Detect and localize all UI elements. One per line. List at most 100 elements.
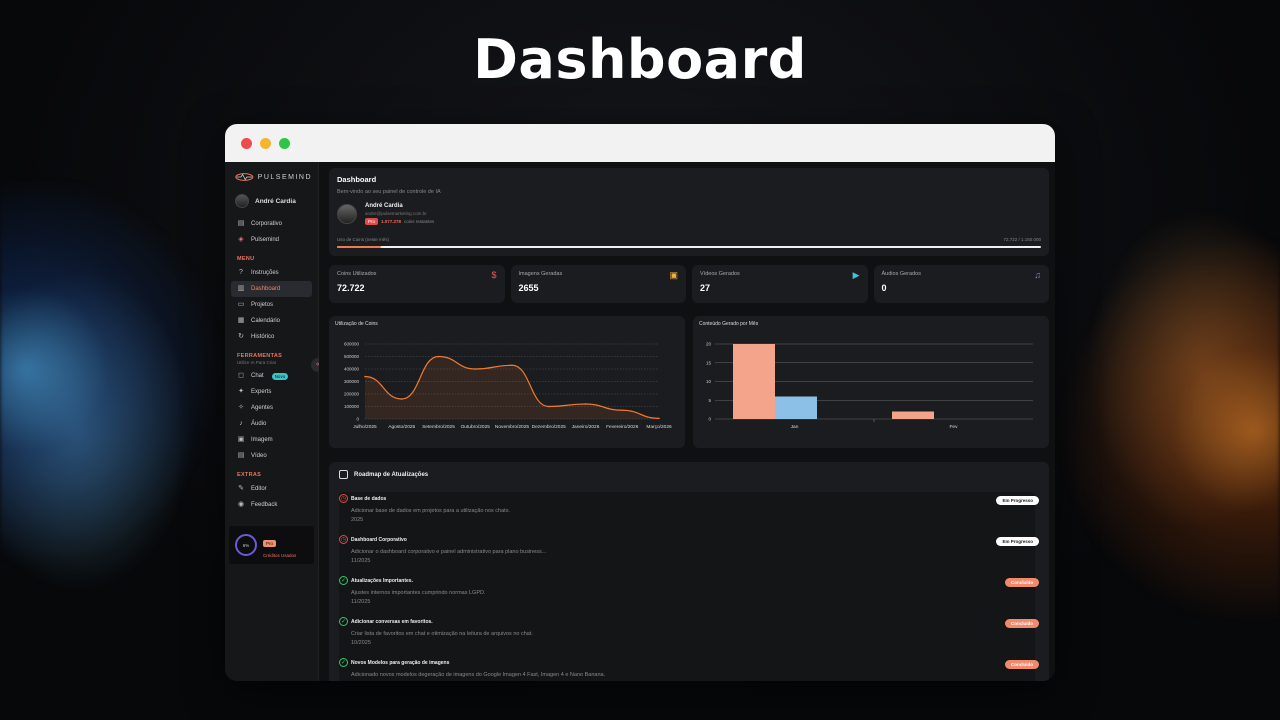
sidebar-item-historico[interactable]: ↻ Histórico	[231, 329, 312, 345]
sidebar-item-chat[interactable]: ◻ Chat Novo	[231, 368, 312, 384]
stat-label: Vídeos Gerados	[700, 271, 740, 277]
stat-card-coins: Coins Utilizados 72.722 $	[329, 265, 505, 303]
stat-label: Áudios Gerados	[881, 271, 921, 277]
data-point	[584, 403, 587, 405]
roadmap-item-description: Ajustes internos importantes cumprindo n…	[351, 590, 486, 596]
credits-progress-ring: 6%	[235, 534, 257, 556]
data-point	[437, 355, 440, 358]
sidebar-item-label: Calendário	[251, 318, 281, 324]
roadmap-item-date: 11/2025	[351, 558, 371, 564]
sidebar-item-feedback[interactable]: ◉ Feedback	[231, 497, 312, 513]
brand-logo[interactable]: PULSEMIND	[231, 168, 312, 186]
coins-usage-chart-card: Utilização de Coins 0 100000 200000 300000 4…	[329, 316, 685, 448]
edit-icon: ✎	[238, 485, 244, 492]
content-per-month-chart-card: Conteúdo Gerado por Mês 0 5 10 15 20 Jan Fev	[693, 316, 1049, 448]
sidebar-item-instrucoes[interactable]: ? Instruções	[231, 265, 312, 281]
roadmap-status-badge[interactable]: Concluído	[1005, 660, 1039, 669]
data-point	[547, 405, 550, 408]
stat-label: Coins Utilizados	[337, 271, 377, 277]
credits-usage-box[interactable]: 6% Pro Créditos Usados	[229, 526, 314, 564]
sidebar-user-name: André Cardia	[255, 197, 296, 205]
roadmap-status-badge[interactable]: Concluído	[1005, 619, 1039, 628]
background-glow-right	[1020, 200, 1280, 620]
charts-row: Utilização de Coins 0 100000 200000 300000 4…	[329, 316, 1049, 448]
stat-value: 72.722	[337, 283, 365, 293]
x-tick-label: Novembro/2025	[495, 424, 529, 430]
check-icon: ✓	[339, 576, 348, 585]
check-icon: ✓	[339, 658, 348, 667]
roadmap-status-badge[interactable]: Em Progresso	[996, 496, 1039, 505]
roadmap-card: Roadmap de Atualizações ◷ Base de dados Ad…	[329, 462, 1049, 681]
main-content: Dashboard Bem-vindo ao seu painel de con…	[319, 162, 1055, 681]
app-window: PULSEMIND André Cardia ▤ Corporativo ◈ P…	[225, 124, 1055, 681]
y-tick-label: 5	[708, 398, 711, 403]
maximize-window-button[interactable]	[279, 137, 290, 149]
bar-chart-icon: ▥	[237, 285, 245, 292]
roadmap-status-badge[interactable]: Em Progresso	[996, 537, 1039, 546]
data-point	[364, 375, 366, 378]
sidebar-item-label: Vídeo	[251, 453, 267, 459]
y-tick-label: 100000	[344, 404, 360, 409]
avatar	[337, 204, 357, 224]
x-tick-label: Agosto/2025	[388, 424, 415, 430]
x-tick-label: Julho/2025	[353, 424, 377, 430]
bar	[892, 411, 934, 419]
sidebar-item-editor[interactable]: ✎ Editor	[231, 481, 312, 497]
sidebar-item-agentes[interactable]: ✧ Agentes	[231, 400, 312, 416]
sidebar-item-video[interactable]: ▤ Vídeo	[231, 448, 312, 464]
history-icon: ↻	[238, 333, 244, 340]
roadmap-title: Roadmap de Atualizações	[354, 471, 429, 478]
profile-summary: André Cardia andre@pulsemarketing.com.br…	[337, 203, 1041, 225]
roadmap-item-date: 2025	[351, 517, 364, 523]
roadmap-item-title: Novos Modelos para geração de imagens	[351, 660, 450, 666]
roadmap-item-date: 11/2025	[351, 599, 371, 605]
y-tick-label: 200000	[344, 392, 360, 397]
video-icon: ▤	[237, 452, 245, 459]
bar	[733, 344, 775, 419]
credits-percent: 6%	[242, 542, 250, 548]
roadmap-item: ◷ Dashboard Corporativo Adicionar o dashbo…	[339, 535, 1039, 576]
sidebar-user[interactable]: André Cardia	[231, 194, 312, 208]
sidebar-item-label: Imagem	[251, 437, 273, 443]
clock-icon: ◷	[339, 535, 348, 544]
x-tick-label: Jan	[791, 424, 799, 430]
y-tick-label: 400000	[344, 367, 360, 372]
stat-value: 2655	[518, 283, 539, 293]
sidebar-item-projetos[interactable]: ▭ Projetos	[231, 297, 312, 313]
usage-value: 72.722 / 1.150.000	[1003, 237, 1041, 242]
roadmap-item: ✓ Novos Modelos para geração de imagens Ad…	[339, 658, 1039, 681]
roadmap-item: ◷ Base de dados Adicionar base de dados em…	[339, 494, 1039, 535]
image-icon: ▣	[237, 436, 245, 443]
close-window-button[interactable]	[241, 137, 252, 149]
avatar	[235, 194, 249, 208]
sidebar-item-imagem[interactable]: ▣ Imagem	[231, 432, 312, 448]
roadmap-item-description: Adicionar o dashboard corporativo e pain…	[351, 549, 547, 555]
sidebar-item-calendario[interactable]: ▦ Calendário	[231, 313, 312, 329]
sidebar-item-audio[interactable]: ♪ Áudio	[231, 416, 312, 432]
coins-remaining: 1.077.278	[381, 219, 402, 224]
roadmap-item-title: Adicionar conversas em favoritos.	[351, 619, 433, 625]
help-icon: ?	[239, 269, 243, 276]
roadmap-status-badge[interactable]: Concluído	[1005, 578, 1039, 587]
coins-remaining-label: coins restantes	[404, 219, 435, 224]
sidebar-item-pulsemind[interactable]: ◈ Pulsemind	[231, 232, 312, 248]
sidebar-item-label: Áudio	[251, 421, 267, 427]
y-tick-label: 500000	[344, 354, 360, 359]
stat-card-videos: Vídeos Gerados 27 ▶	[692, 265, 868, 303]
sidebar-item-label: Experts	[251, 389, 272, 395]
roadmap-item-description: Criar lista de favoritos em chat e otimi…	[351, 631, 533, 637]
sidebar-item-label: Chat	[251, 373, 264, 379]
sidebar-item-dashboard[interactable]: ▥ Dashboard	[231, 281, 312, 297]
x-tick-label: Dezembro/2025	[532, 424, 566, 430]
sidebar-item-experts[interactable]: ✦ Experts	[231, 384, 312, 400]
video-icon: ▶	[852, 270, 860, 280]
sidebar-item-corporativo[interactable]: ▤ Corporativo	[231, 216, 312, 232]
y-tick-label: 300000	[344, 379, 360, 384]
sidebar-item-label: Corporativo	[251, 221, 283, 227]
data-point	[511, 364, 513, 367]
folder-icon: ▭	[237, 301, 245, 308]
dollar-icon: $	[491, 270, 497, 280]
data-point	[400, 398, 403, 400]
content-per-month-bar-chart: 0 5 10 15 20 Jan Fev	[706, 342, 1033, 430]
minimize-window-button[interactable]	[260, 137, 271, 149]
